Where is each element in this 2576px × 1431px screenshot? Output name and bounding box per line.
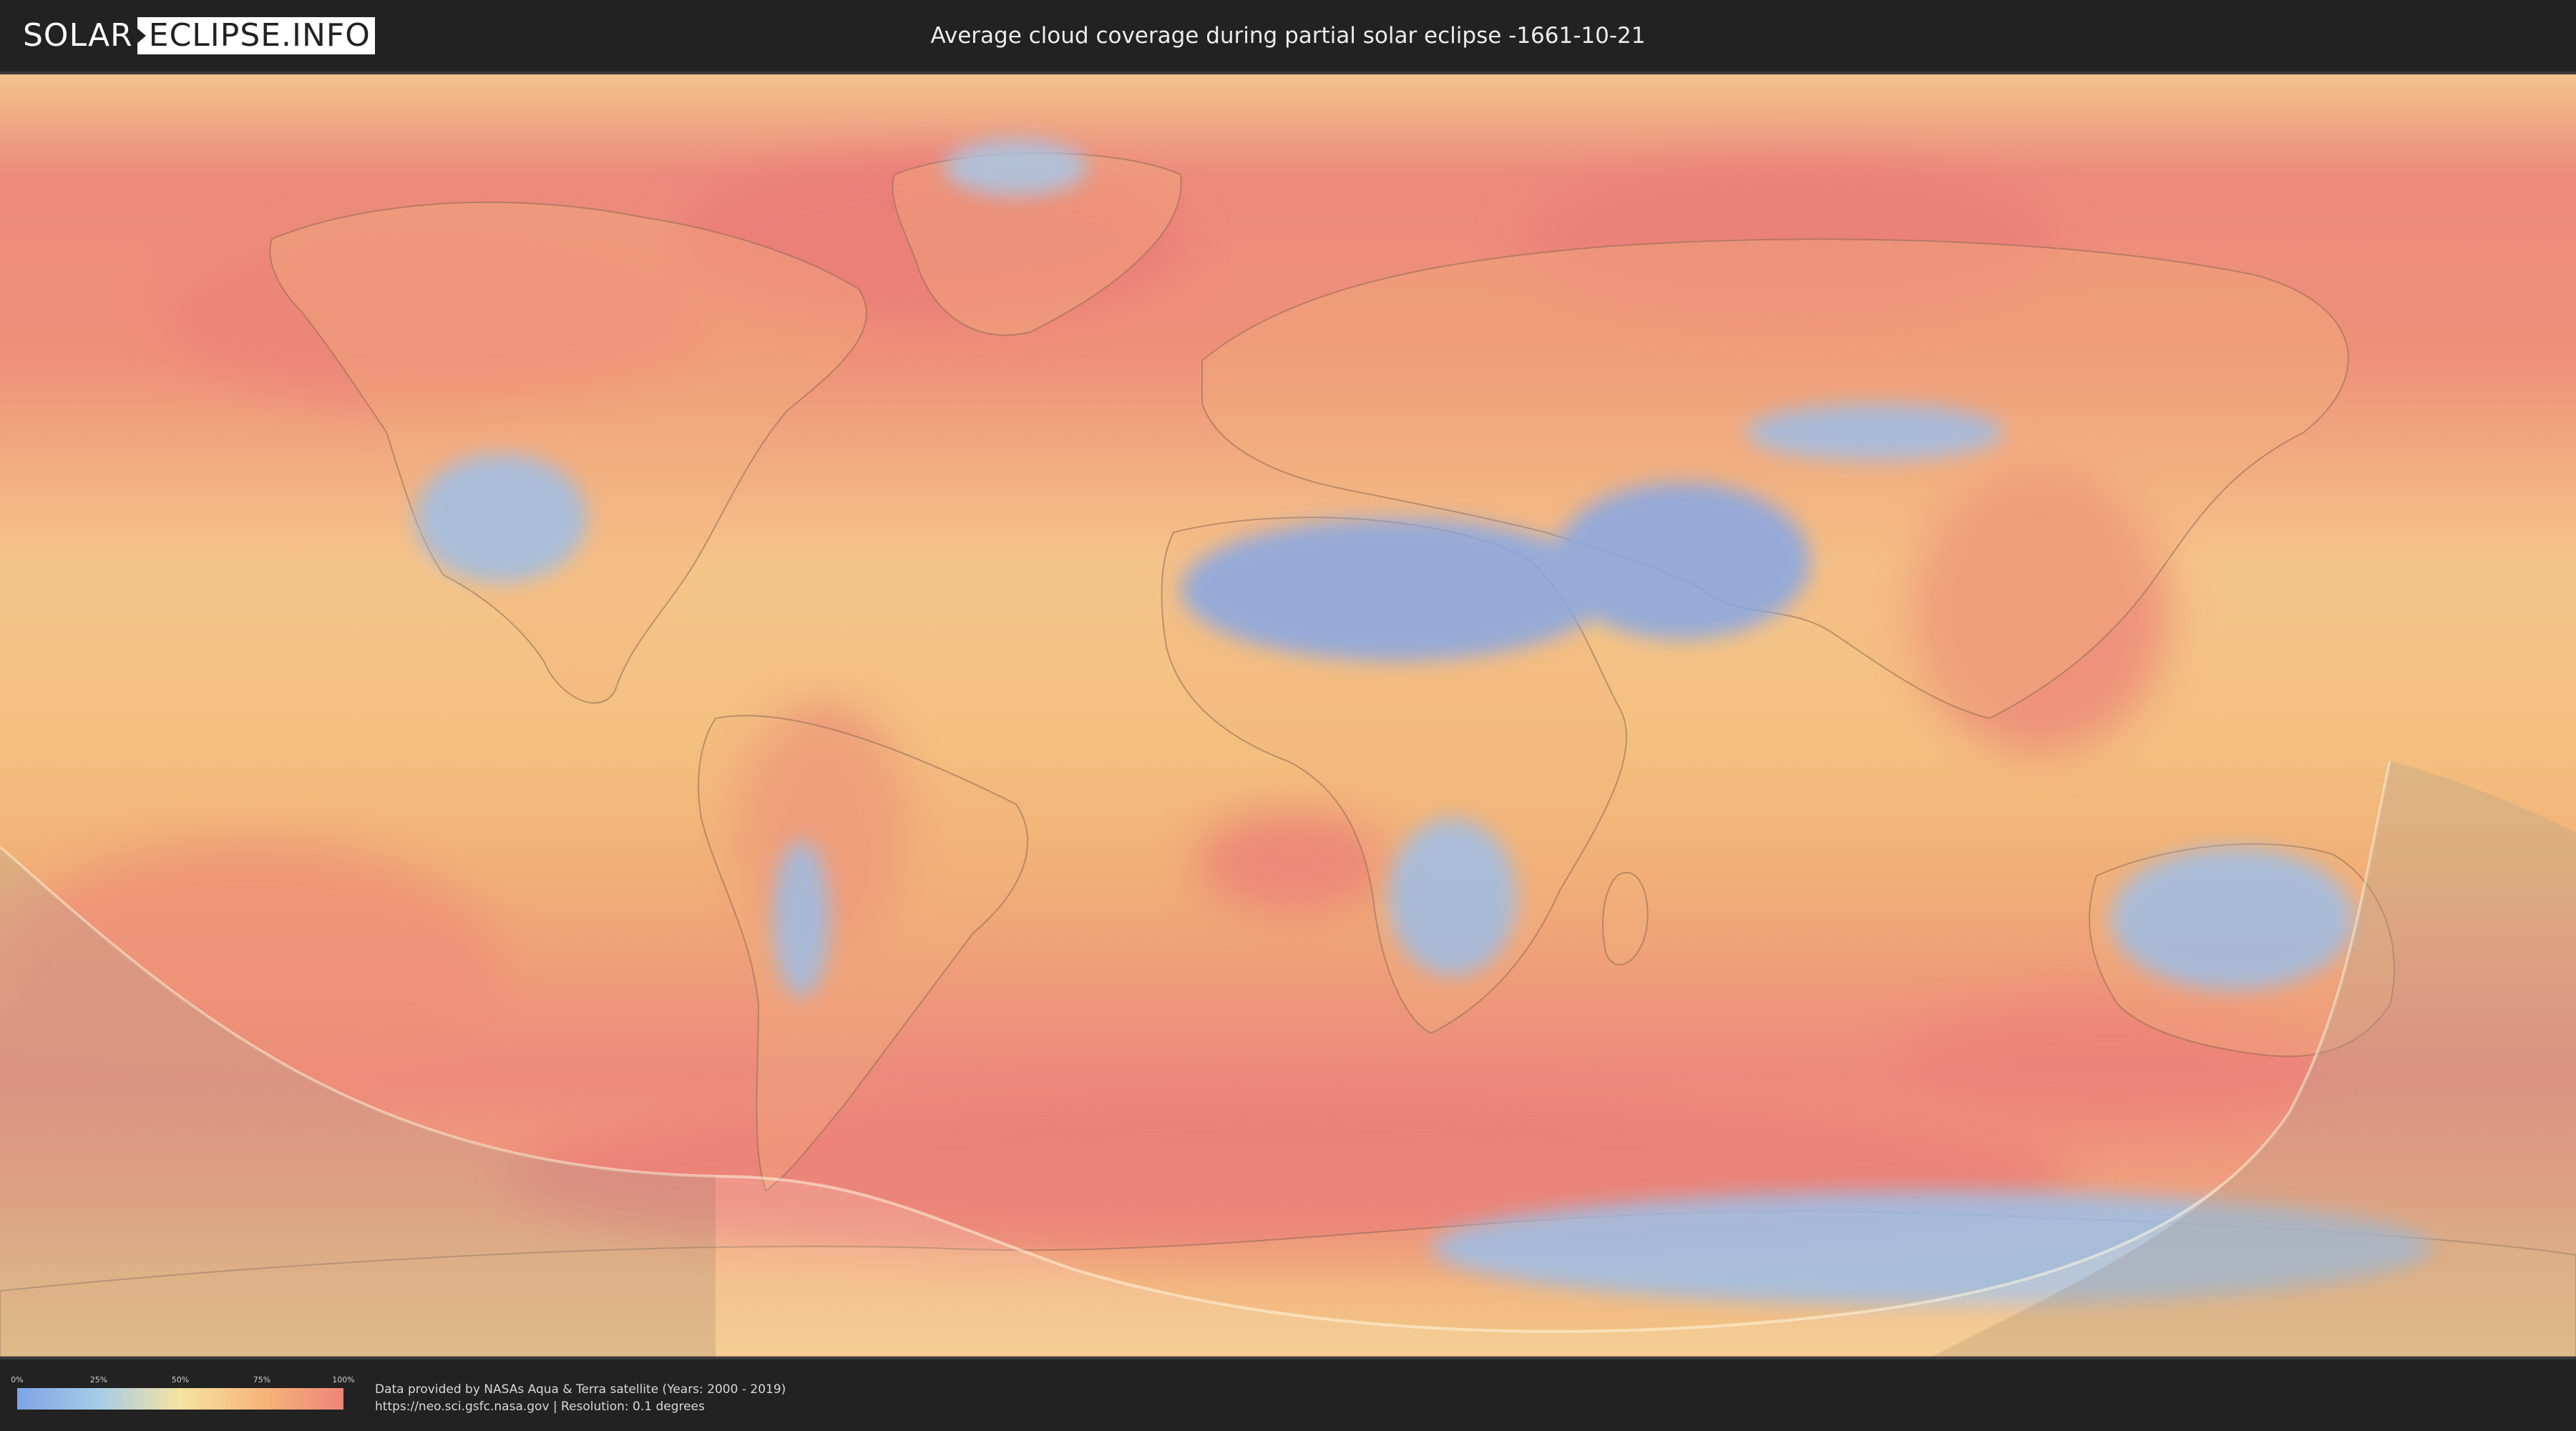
legend-tick-25: 25% xyxy=(89,1375,108,1384)
world-map-svg xyxy=(0,74,2576,1357)
credits-line-source: Data provided by NASAs Aqua & Terra sate… xyxy=(375,1382,786,1397)
footer-bar: 0% 25% 50% 75% 100% Data provided by NAS… xyxy=(0,1357,2576,1431)
credits-line-url[interactable]: https://neo.sci.gsfc.nasa.gov | Resoluti… xyxy=(375,1398,786,1415)
legend-tick-75: 75% xyxy=(253,1375,271,1384)
cloud-coverage-map[interactable] xyxy=(0,74,2576,1357)
data-credits: Data provided by NASAs Aqua & Terra sate… xyxy=(375,1381,786,1415)
legend-gradient-bar xyxy=(17,1388,343,1410)
legend-tick-50: 50% xyxy=(171,1375,190,1384)
page: SOLAR ECLIPSE.INFO Average cloud coverag… xyxy=(0,0,2576,1431)
legend-tick-100: 100% xyxy=(332,1375,355,1384)
page-title: Average cloud coverage during partial so… xyxy=(930,23,1646,49)
legend-ticks: 0% 25% 50% 75% 100% xyxy=(11,1375,354,1388)
coverage-legend: 0% 25% 50% 75% 100% xyxy=(11,1375,355,1410)
header-bar: SOLAR ECLIPSE.INFO Average cloud coverag… xyxy=(0,0,2576,74)
legend-tick-0: 0% xyxy=(11,1375,24,1384)
